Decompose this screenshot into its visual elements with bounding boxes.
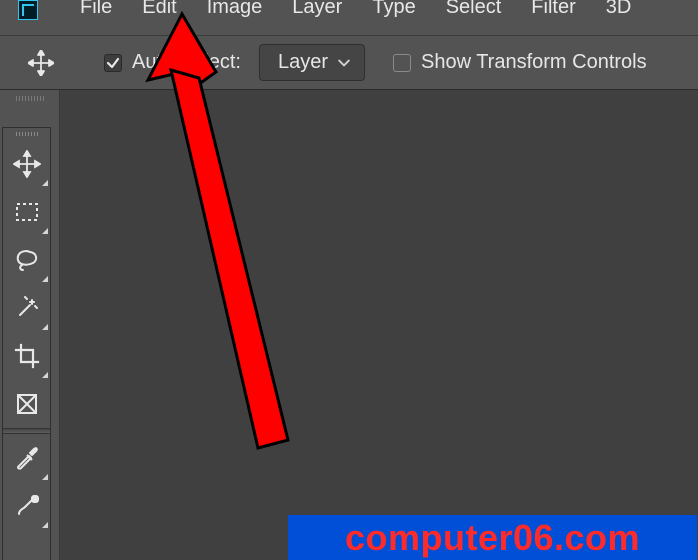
brush-icon bbox=[13, 492, 41, 520]
frame-icon bbox=[13, 390, 41, 418]
crop-icon bbox=[13, 342, 41, 370]
flyout-corner-icon bbox=[42, 474, 48, 480]
flyout-corner-icon bbox=[42, 228, 48, 234]
dock-grip-icon[interactable] bbox=[0, 90, 59, 106]
menu-3d[interactable]: 3D bbox=[606, 0, 632, 19]
flyout-corner-icon bbox=[42, 276, 48, 282]
app-logo-icon bbox=[18, 0, 38, 20]
menu-filter[interactable]: Filter bbox=[531, 0, 575, 19]
autoselect-checkbox[interactable] bbox=[104, 54, 122, 72]
marquee-icon bbox=[13, 198, 41, 226]
autoselect-dropdown[interactable]: Layer bbox=[259, 44, 365, 81]
marquee-tool[interactable] bbox=[3, 188, 50, 236]
lasso-icon bbox=[13, 246, 41, 274]
current-tool-icon bbox=[28, 50, 54, 76]
quick-selection-tool[interactable] bbox=[3, 284, 50, 332]
frame-tool[interactable] bbox=[3, 380, 50, 428]
eyedropper-icon bbox=[13, 444, 41, 472]
menu-items: File Edit Image Layer Type Select Filter… bbox=[80, 0, 631, 19]
move-tool[interactable] bbox=[3, 140, 50, 188]
options-bar: Auto-Select: Layer Show Transform Contro… bbox=[0, 35, 698, 90]
menu-select[interactable]: Select bbox=[446, 0, 502, 19]
watermark: computer06.com bbox=[288, 515, 697, 560]
menu-file[interactable]: File bbox=[80, 0, 112, 19]
autoselect-label: Auto-Select: bbox=[132, 51, 241, 74]
eyedropper-tool[interactable] bbox=[3, 434, 50, 482]
chevron-down-icon bbox=[338, 59, 350, 67]
menu-image[interactable]: Image bbox=[207, 0, 263, 19]
menu-type[interactable]: Type bbox=[372, 0, 415, 19]
check-icon bbox=[106, 56, 120, 70]
autoselect-dropdown-value: Layer bbox=[278, 51, 328, 74]
lasso-tool[interactable] bbox=[3, 236, 50, 284]
tool-panel bbox=[3, 128, 50, 560]
show-transform-checkbox[interactable] bbox=[393, 54, 411, 72]
menu-edit[interactable]: Edit bbox=[142, 0, 176, 19]
crop-tool[interactable] bbox=[3, 332, 50, 380]
flyout-corner-icon bbox=[42, 522, 48, 528]
show-transform-label: Show Transform Controls bbox=[421, 51, 647, 74]
menu-layer[interactable]: Layer bbox=[292, 0, 342, 19]
flyout-corner-icon bbox=[42, 180, 48, 186]
canvas-area[interactable] bbox=[60, 90, 698, 560]
wand-icon bbox=[13, 294, 41, 322]
menubar: File Edit Image Layer Type Select Filter… bbox=[0, 0, 698, 35]
watermark-text: computer06.com bbox=[345, 517, 640, 559]
flyout-corner-icon bbox=[42, 324, 48, 330]
brush-tool[interactable] bbox=[3, 482, 50, 530]
toolpanel-grip-icon[interactable] bbox=[3, 128, 50, 140]
flyout-corner-icon bbox=[42, 372, 48, 378]
move-icon bbox=[13, 150, 41, 178]
